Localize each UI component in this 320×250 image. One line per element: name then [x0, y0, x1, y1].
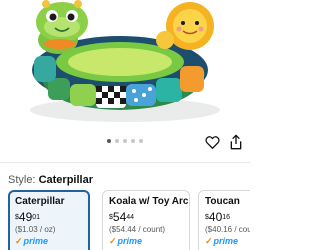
heart-icon[interactable]	[204, 134, 220, 150]
variant-card-koala[interactable]: Koala w/ Toy Arch $5444 ($54.44 / count)…	[102, 190, 190, 250]
variant-name: Caterpillar	[15, 196, 65, 207]
product-image[interactable]	[0, 0, 250, 130]
prime-badge: ✓prime	[15, 236, 83, 247]
carousel-dot[interactable]	[139, 139, 143, 143]
variant-price: $5444	[109, 211, 183, 223]
price-symbol: $	[15, 214, 19, 221]
prime-label: prime	[23, 236, 49, 246]
prime-badge: ✓prime	[109, 236, 183, 247]
style-selector-label: Style: Caterpillar	[8, 174, 93, 186]
prime-badge: ✓prime	[205, 236, 250, 247]
price-symbol: $	[109, 214, 113, 221]
share-arrow-icon	[230, 134, 242, 150]
variant-name: Toucan	[205, 196, 240, 207]
unit-price: ($54.44 / count)	[109, 225, 166, 234]
variant-card-toucan[interactable]: Toucan $4016 ($40.16 / count) ✓prime	[198, 190, 250, 250]
price-fraction: 16	[222, 214, 231, 221]
heart-outline-icon	[204, 136, 220, 149]
carousel-dot-active[interactable]	[107, 139, 111, 143]
variant-price: $4901	[15, 211, 83, 223]
prime-check-icon: ✓	[109, 236, 117, 246]
price-fraction: 01	[32, 214, 41, 221]
variant-options: Caterpillar $4901 ($1.03 / oz) ✓prime Ko…	[8, 190, 250, 250]
price-fraction: 44	[126, 214, 135, 221]
share-icon[interactable]	[228, 134, 244, 150]
price-whole: 54	[112, 210, 127, 224]
prime-check-icon: ✓	[15, 236, 23, 246]
price-whole: 49	[18, 210, 33, 224]
variant-price: $4016	[205, 211, 250, 223]
product-page: Style: Caterpillar Caterpillar $4901 ($1…	[0, 0, 250, 250]
carousel-dot[interactable]	[131, 139, 135, 143]
caterpillar-pillow-illustration	[30, 0, 220, 122]
carousel-dot[interactable]	[123, 139, 127, 143]
variant-card-caterpillar[interactable]: Caterpillar $4901 ($1.03 / oz) ✓prime	[8, 190, 90, 250]
carousel-dot[interactable]	[115, 139, 119, 143]
style-selected-value: Caterpillar	[38, 174, 93, 186]
style-label: Style:	[8, 174, 36, 186]
price-whole: 40	[208, 210, 223, 224]
prime-label: prime	[117, 236, 143, 246]
unit-price: ($1.03 / oz)	[15, 225, 56, 234]
variant-name: Koala w/ Toy Arch	[109, 196, 190, 207]
prime-label: prime	[213, 236, 239, 246]
price-symbol: $	[205, 214, 209, 221]
prime-check-icon: ✓	[205, 236, 213, 246]
section-divider	[0, 162, 250, 163]
unit-price: ($40.16 / count)	[205, 225, 250, 234]
